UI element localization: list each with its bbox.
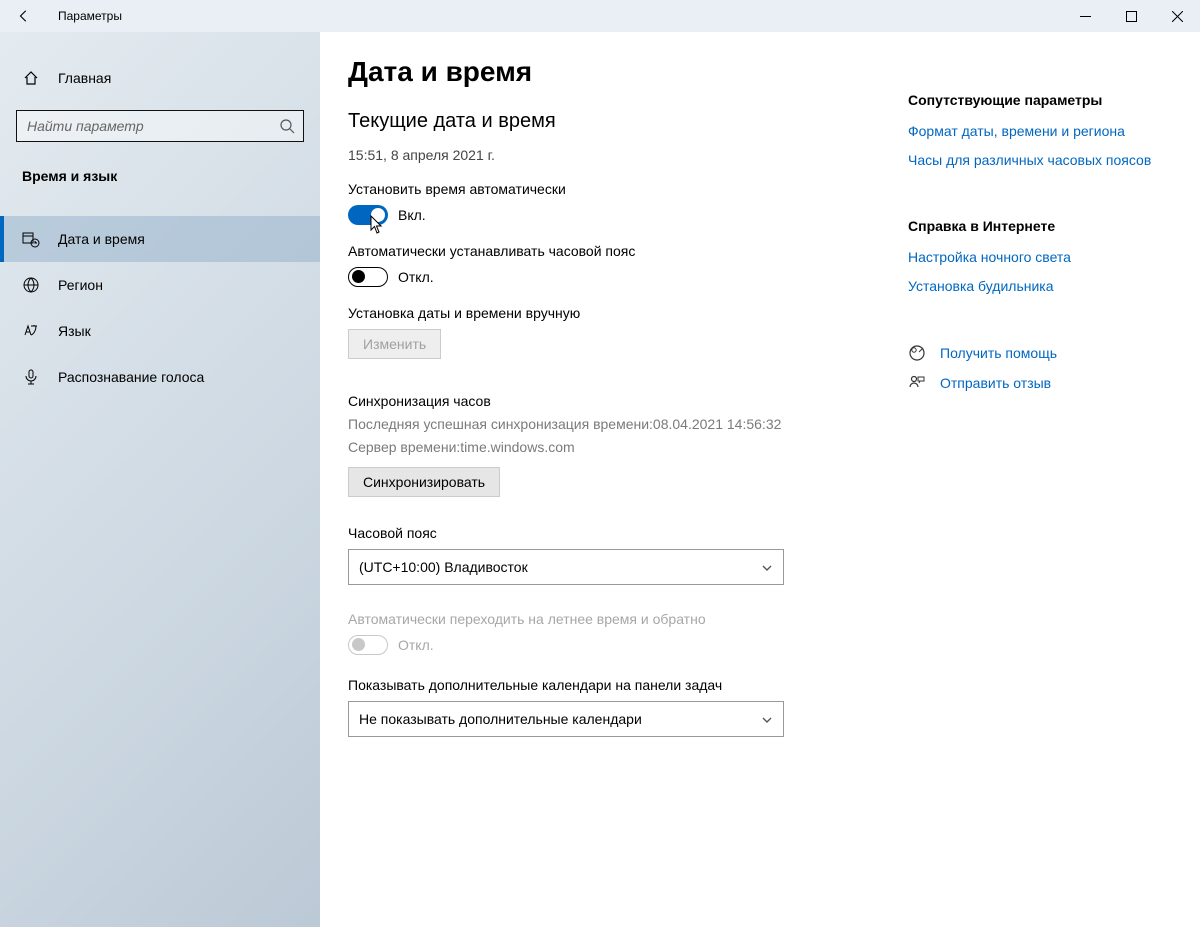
section-current-datetime: Текущие дата и время [348, 110, 888, 133]
sync-last-success: Последняя успешная синхронизация времени… [348, 415, 888, 434]
sync-server: Сервер времени:time.windows.com [348, 438, 888, 457]
help-link-nightlight[interactable]: Настройка ночного света [908, 248, 1158, 267]
auto-time-toggle[interactable] [348, 205, 388, 225]
sidebar-item-label: Распознавание голоса [58, 369, 204, 385]
page-title: Дата и время [348, 56, 888, 88]
chevron-down-icon [761, 713, 773, 725]
maximize-button[interactable] [1108, 0, 1154, 32]
help-icon [908, 344, 926, 362]
sidebar-item-label: Регион [58, 277, 103, 293]
auto-time-label: Установить время автоматически [348, 181, 888, 197]
extra-calendars-value: Не показывать дополнительные календари [359, 711, 642, 727]
timezone-dropdown[interactable]: (UTC+10:00) Владивосток [348, 549, 784, 585]
sidebar-item-language[interactable]: Язык [0, 308, 320, 354]
give-feedback-link[interactable]: Отправить отзыв [908, 374, 1158, 392]
calendar-clock-icon [22, 230, 40, 248]
related-panel: Сопутствующие параметры Формат даты, вре… [888, 54, 1158, 927]
sidebar: Главная Время и язык Дата и время Регион [0, 32, 320, 927]
get-help-link[interactable]: Получить помощь [908, 344, 1158, 362]
language-icon [22, 322, 40, 340]
home-icon [22, 69, 40, 87]
search-icon [279, 118, 295, 134]
microphone-icon [22, 368, 40, 386]
dst-toggle [348, 635, 388, 655]
globe-icon [22, 276, 40, 294]
give-feedback-label: Отправить отзыв [940, 375, 1051, 391]
sidebar-home-label: Главная [58, 70, 111, 86]
auto-tz-state: Откл. [398, 269, 434, 285]
sidebar-item-datetime[interactable]: Дата и время [0, 216, 320, 262]
manual-datetime-label: Установка даты и времени вручную [348, 305, 888, 321]
auto-time-state: Вкл. [398, 207, 426, 223]
title-bar: Параметры [0, 0, 1200, 32]
back-button[interactable] [8, 0, 40, 32]
dst-state: Откл. [398, 637, 434, 653]
sidebar-item-region[interactable]: Регион [0, 262, 320, 308]
minimize-button[interactable] [1062, 0, 1108, 32]
related-link-clocks[interactable]: Часы для различных часовых поясов [908, 151, 1158, 170]
feedback-icon [908, 374, 926, 392]
help-heading: Справка в Интернете [908, 218, 1158, 234]
auto-tz-label: Автоматически устанавливать часовой пояс [348, 243, 888, 259]
sidebar-item-label: Язык [58, 323, 91, 339]
extra-calendars-label: Показывать дополнительные календари на п… [348, 677, 888, 693]
auto-tz-toggle[interactable] [348, 267, 388, 287]
timezone-label: Часовой пояс [348, 525, 888, 541]
search-input[interactable] [25, 117, 279, 135]
chevron-down-icon [761, 561, 773, 573]
current-datetime-value: 15:51, 8 апреля 2021 г. [348, 147, 888, 163]
sidebar-item-speech[interactable]: Распознавание голоса [0, 354, 320, 400]
timezone-value: (UTC+10:00) Владивосток [359, 559, 528, 575]
sidebar-nav: Дата и время Регион Язык Распознавание г… [0, 216, 320, 400]
related-link-format[interactable]: Формат даты, времени и региона [908, 122, 1158, 141]
close-button[interactable] [1154, 0, 1200, 32]
change-datetime-button[interactable]: Изменить [348, 329, 441, 359]
sidebar-category: Время и язык [0, 152, 320, 196]
get-help-label: Получить помощь [940, 345, 1057, 361]
related-heading: Сопутствующие параметры [908, 92, 1158, 108]
search-box[interactable] [16, 110, 304, 142]
dst-label: Автоматически переходить на летнее время… [348, 611, 888, 627]
sidebar-home[interactable]: Главная [0, 60, 320, 96]
window-title: Параметры [58, 9, 122, 23]
help-link-alarm[interactable]: Установка будильника [908, 277, 1158, 296]
sidebar-item-label: Дата и время [58, 231, 145, 247]
sync-now-button[interactable]: Синхронизировать [348, 467, 500, 497]
extra-calendars-dropdown[interactable]: Не показывать дополнительные календари [348, 701, 784, 737]
sync-heading: Синхронизация часов [348, 393, 888, 409]
main-content: Дата и время Текущие дата и время 15:51,… [348, 54, 888, 927]
